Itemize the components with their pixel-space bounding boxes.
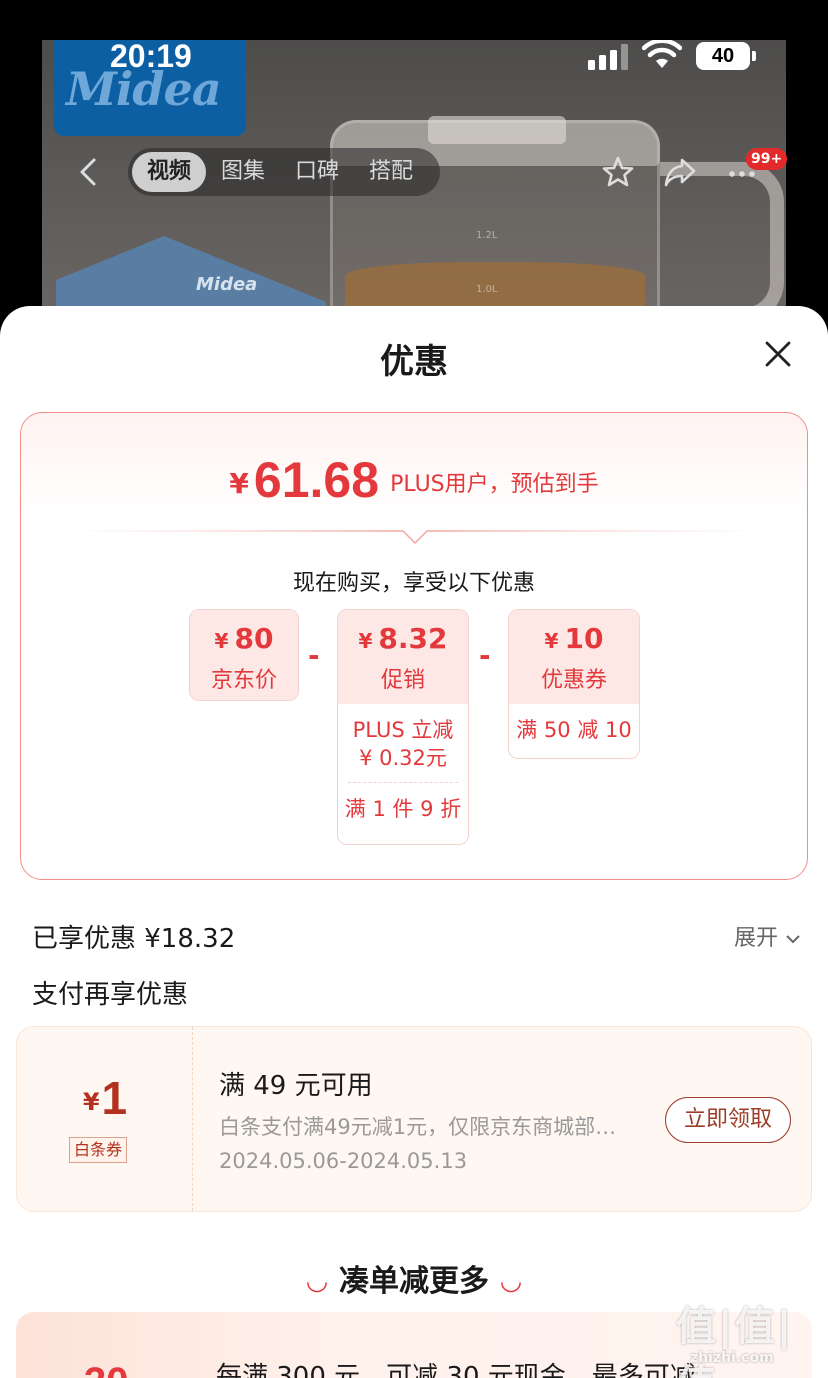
discount-label: 京东价 xyxy=(210,668,277,693)
expand-label: 展开 xyxy=(734,926,779,951)
promotion-detail-discount: 满 1 件 9 折 xyxy=(344,797,462,821)
tab-video[interactable]: 视频 xyxy=(132,152,207,192)
cellular-signal-icon xyxy=(588,44,628,70)
sheet-title: 优惠 xyxy=(380,342,448,382)
discount-sheet: 优惠 ¥ 61.68 PLUS用户，预估到手 现在购买，享受以下优惠 ¥80 京… xyxy=(0,306,828,1378)
discount-item-promotion: ¥8.32 促销 PLUS 立减 ¥ 0.32元 满 1 件 9 折 xyxy=(337,609,469,845)
discount-label: 优惠券 xyxy=(540,668,607,693)
bulk-discount-amount: 30 xyxy=(84,1360,129,1378)
tab-reviews[interactable]: 口碑 xyxy=(280,152,354,192)
saved-amount: 已享优惠 ¥18.32 xyxy=(32,924,236,954)
scale-mark: 1.2L xyxy=(476,230,498,241)
final-price-desc: PLUS用户，预估到手 xyxy=(390,472,599,497)
bulk-discount-text: 每满 300 元，可减 30 元现金，最多可减 xyxy=(216,1362,696,1378)
discount-item-head: ¥80 京东价 xyxy=(190,610,298,700)
minus-operator: - xyxy=(479,639,491,672)
coupon-tag: 白条券 xyxy=(69,1137,128,1163)
expand-button[interactable]: 展开 xyxy=(734,920,801,952)
promotion-detail-plus: PLUS 立减 ¥ 0.32元 xyxy=(352,718,454,770)
battery-nub xyxy=(752,51,756,61)
star-icon[interactable] xyxy=(600,154,636,190)
discount-value: ¥80 xyxy=(214,622,274,655)
coupon-detail: 满 50 减 10 xyxy=(516,718,632,742)
media-tabs: 视频 图集 口碑 搭配 xyxy=(128,148,440,196)
discount-item-jd-price: ¥80 京东价 xyxy=(189,609,299,701)
more-badge: 99+ xyxy=(746,148,788,170)
smile-icon: ◡ xyxy=(307,1266,327,1296)
tab-gallery[interactable]: 图集 xyxy=(206,152,280,192)
chevron-down-icon xyxy=(786,935,800,944)
discount-value: ¥8.32 xyxy=(358,622,448,655)
coupon-date: 2024.05.06-2024.05.13 xyxy=(219,1149,468,1173)
minus-operator: - xyxy=(308,639,320,672)
smile-icon: ◡ xyxy=(501,1266,521,1296)
close-icon[interactable] xyxy=(760,336,796,372)
final-price: ¥ 61.68 PLUS用户，预估到手 xyxy=(21,451,807,509)
final-price-amount: 61.68 xyxy=(253,452,380,508)
chevron-left-icon[interactable] xyxy=(70,152,110,192)
claim-coupon-button[interactable]: 立即领取 xyxy=(665,1097,791,1143)
watermark-url: zhizhi.com xyxy=(690,1350,774,1366)
battery-indicator: 40 xyxy=(696,42,750,70)
divider-arrow xyxy=(61,530,769,545)
enjoy-text: 现在购买，享受以下优惠 xyxy=(292,571,535,596)
discount-value: ¥10 xyxy=(544,622,604,655)
discount-item-head: ¥10 优惠券 xyxy=(509,610,639,704)
coupon-desc: 白条支付满49元减1元，仅限京东商城部分商品 xyxy=(219,1115,629,1139)
pay-more-title: 支付再享优惠 xyxy=(32,980,189,1010)
discount-label: 促销 xyxy=(380,668,425,693)
coupon-amount: ¥1 xyxy=(82,1072,128,1124)
price-breakdown-card: ¥ 61.68 PLUS用户，预估到手 现在购买，享受以下优惠 ¥80 京东价 … xyxy=(20,412,808,880)
scale-mark: 1.0L xyxy=(476,284,498,295)
discount-item-coupon: ¥10 优惠券 满 50 减 10 xyxy=(508,609,640,759)
kettle-knob xyxy=(428,116,566,144)
share-icon[interactable] xyxy=(662,154,698,190)
baitiao-coupon-card: ¥1 白条券 满 49 元可用 白条支付满49元减1元，仅限京东商城部分商品 2… xyxy=(16,1026,812,1212)
wifi-icon xyxy=(642,40,682,68)
status-time: 20:19 xyxy=(110,38,192,74)
tab-matching[interactable]: 搭配 xyxy=(354,152,428,192)
discount-item-head: ¥8.32 促销 xyxy=(338,610,468,704)
promo-brand: Midea xyxy=(196,274,258,295)
coupon-title: 满 49 元可用 xyxy=(219,1071,373,1101)
currency-symbol: ¥ xyxy=(229,467,249,500)
